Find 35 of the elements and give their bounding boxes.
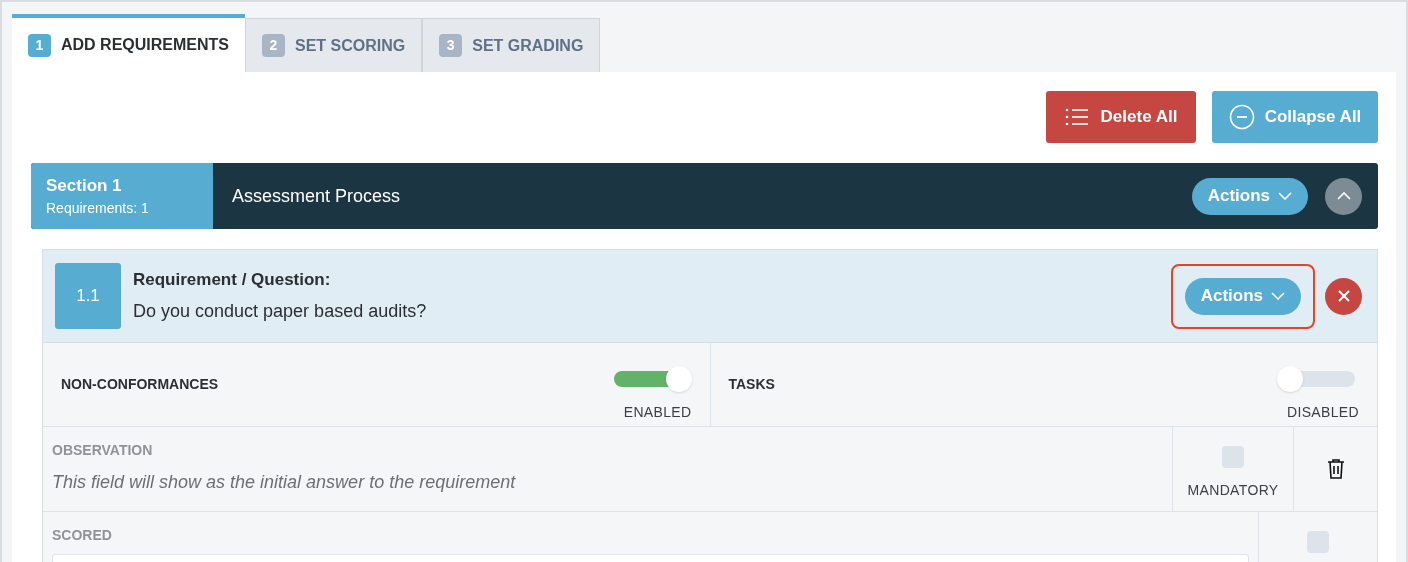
checkbox[interactable]: [1307, 531, 1329, 553]
requirement-text: Do you conduct paper based audits?: [133, 300, 427, 324]
close-icon: [1336, 289, 1351, 303]
section-name: Assessment Process: [232, 184, 401, 208]
tab[interactable]: 3 SET GRADING: [422, 18, 601, 72]
requirement-heading: Requirement / Question:: [133, 268, 332, 291]
minus-circle-icon: [1228, 104, 1255, 130]
trash-icon[interactable]: [1326, 458, 1345, 480]
requirement-number: 1.1: [55, 263, 121, 329]
collapse-all-button[interactable]: Collapse All: [1212, 91, 1378, 143]
step-number: 1: [28, 33, 51, 57]
collapse-button[interactable]: [1325, 177, 1362, 215]
list-icon: [1064, 108, 1089, 126]
requirement-count: Requirements: 1: [46, 199, 150, 219]
switch-state: DISABLED: [1286, 403, 1359, 422]
mandatory-label: MANDATORY: [1187, 481, 1279, 500]
section-title: Section 1: [46, 174, 123, 197]
actions-button[interactable]: Actions: [1191, 177, 1308, 215]
field-label: SCORED: [52, 526, 113, 545]
tab[interactable]: 2 SET SCORING: [245, 18, 423, 72]
field-label: OBSERVATION: [52, 441, 154, 460]
switch-state: ENABLED: [623, 403, 692, 422]
tab[interactable]: 1 ADD REQUIREMENTS: [12, 14, 245, 72]
chevron-down-icon: [1278, 192, 1292, 200]
remove-button[interactable]: [1325, 277, 1362, 315]
switch-label: NON-CONFORMANCES: [61, 375, 219, 394]
observation-field[interactable]: This field will show as the initial answer to the requirement: [52, 469, 1163, 496]
actions-button[interactable]: Actions: [1184, 277, 1301, 315]
delete-all-button[interactable]: Delete All: [1046, 91, 1196, 143]
step-number: 2: [262, 34, 285, 57]
chevron-up-icon: [1336, 192, 1351, 200]
switch-label: TASKS: [728, 375, 775, 394]
checkbox[interactable]: [1222, 446, 1244, 468]
step-number: 3: [439, 34, 463, 57]
chevron-down-icon: [1271, 292, 1285, 300]
